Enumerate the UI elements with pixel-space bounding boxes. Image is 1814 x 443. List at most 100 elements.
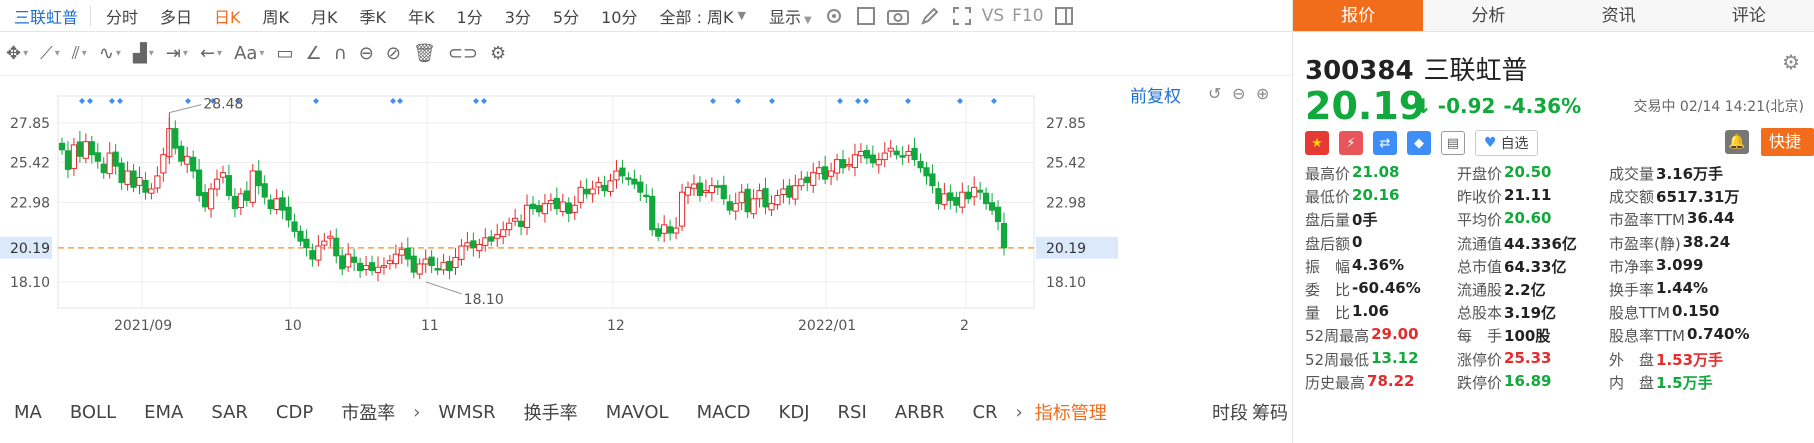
- candle[interactable]: [577, 180, 584, 209]
- angle-icon[interactable]: ∠: [299, 39, 327, 69]
- candle[interactable]: [672, 217, 680, 240]
- fib-icon[interactable]: ▟ ▾: [127, 39, 160, 69]
- candle[interactable]: [744, 183, 751, 218]
- candle[interactable]: [58, 137, 66, 155]
- chips-tab[interactable]: 筹码: [1250, 399, 1292, 425]
- candle[interactable]: [386, 255, 394, 270]
- range-select[interactable]: 全部 : 周K ▼: [648, 4, 757, 28]
- candle[interactable]: [726, 194, 733, 216]
- candle[interactable]: [249, 164, 256, 208]
- candle[interactable]: [422, 249, 429, 273]
- line-icon[interactable]: ⟋ ▾: [34, 39, 66, 69]
- fullscreen-icon[interactable]: [950, 4, 974, 28]
- candle[interactable]: [887, 139, 894, 158]
- candle[interactable]: [762, 177, 769, 215]
- candle[interactable]: [565, 197, 572, 223]
- candle[interactable]: [589, 180, 596, 203]
- indicator-12[interactable]: ARBR: [881, 402, 959, 423]
- indicator-7[interactable]: 换手率: [510, 399, 592, 425]
- candle[interactable]: [404, 237, 411, 267]
- candle[interactable]: [506, 217, 513, 236]
- candle[interactable]: [303, 229, 310, 257]
- adjust-select[interactable]: 前复权: [1130, 82, 1181, 107]
- candle[interactable]: [196, 159, 203, 202]
- candle[interactable]: [941, 182, 948, 210]
- event-marker[interactable]: [185, 98, 191, 104]
- camera-icon[interactable]: [886, 4, 910, 28]
- event-marker[interactable]: [735, 98, 741, 104]
- candle[interactable]: [923, 162, 930, 185]
- candle[interactable]: [219, 165, 227, 184]
- candle[interactable]: [983, 187, 990, 210]
- candle[interactable]: [327, 230, 334, 248]
- candle[interactable]: [476, 238, 483, 259]
- candle[interactable]: [488, 229, 495, 247]
- square-icon[interactable]: [854, 4, 878, 28]
- timeframe-tab[interactable]: 周K: [252, 4, 301, 28]
- indicator-10[interactable]: KDJ: [765, 402, 824, 423]
- indicator-3[interactable]: SAR: [197, 402, 262, 423]
- candle[interactable]: [977, 181, 984, 200]
- shuffle-icon[interactable]: ⇄: [1373, 131, 1397, 155]
- candle[interactable]: [374, 256, 382, 282]
- candle[interactable]: [708, 177, 715, 202]
- candle[interactable]: [142, 172, 149, 200]
- candle[interactable]: [225, 164, 233, 201]
- candle[interactable]: [106, 142, 113, 179]
- candle[interactable]: [583, 178, 590, 199]
- candle[interactable]: [595, 176, 602, 195]
- timeframe-tab[interactable]: 5分: [542, 4, 590, 28]
- candle[interactable]: [458, 239, 465, 266]
- candle[interactable]: [291, 213, 298, 238]
- candle[interactable]: [309, 243, 316, 267]
- candle[interactable]: [828, 162, 835, 186]
- event-marker[interactable]: [390, 98, 396, 104]
- candle[interactable]: [661, 215, 668, 243]
- arrow-icon[interactable]: ← ▾: [194, 39, 228, 69]
- candle[interactable]: [756, 183, 763, 208]
- candle[interactable]: [70, 137, 78, 176]
- candle[interactable]: [559, 193, 566, 217]
- candle[interactable]: [750, 189, 757, 219]
- event-marker[interactable]: [473, 98, 479, 104]
- candle[interactable]: [339, 248, 346, 276]
- event-marker[interactable]: [109, 98, 115, 104]
- candle[interactable]: [207, 183, 215, 218]
- candle[interactable]: [738, 183, 745, 211]
- candle[interactable]: [720, 175, 727, 205]
- candle[interactable]: [911, 137, 918, 166]
- candle[interactable]: [82, 133, 89, 164]
- add-watchlist-button[interactable]: ♥ 自选: [1475, 130, 1538, 156]
- candle[interactable]: [500, 221, 507, 245]
- channel-icon[interactable]: ⫽ ▾: [66, 39, 93, 69]
- candle[interactable]: [64, 141, 72, 179]
- timeframe-tab[interactable]: 1分: [446, 4, 494, 28]
- indicator-9[interactable]: MACD: [683, 402, 765, 423]
- candle[interactable]: [631, 169, 638, 189]
- comment-icon[interactable]: ▭: [270, 39, 299, 69]
- candle[interactable]: [768, 195, 775, 217]
- candle[interactable]: [816, 160, 823, 180]
- candle[interactable]: [267, 194, 274, 215]
- candle[interactable]: [154, 166, 161, 193]
- candle[interactable]: [184, 146, 191, 173]
- candle[interactable]: [297, 225, 304, 247]
- candle[interactable]: [512, 208, 519, 227]
- candle[interactable]: [953, 191, 960, 213]
- candle[interactable]: [529, 195, 537, 215]
- timeframe-tab[interactable]: 季K: [349, 4, 398, 28]
- candle[interactable]: [160, 147, 167, 182]
- candle[interactable]: [398, 242, 405, 264]
- event-marker[interactable]: [863, 98, 869, 104]
- stock-name-tab[interactable]: 三联虹普: [0, 4, 86, 28]
- event-marker[interactable]: [397, 98, 403, 104]
- timeframe-tab[interactable]: 日K: [203, 4, 252, 28]
- indicator-manage[interactable]: 指标管理: [1027, 399, 1115, 425]
- candle[interactable]: [905, 144, 912, 163]
- candle[interactable]: [810, 163, 817, 193]
- candle[interactable]: [613, 160, 620, 189]
- panel-toggle-icon[interactable]: [1052, 4, 1076, 28]
- event-marker[interactable]: [769, 98, 775, 104]
- link-icon[interactable]: ⊂⊃: [442, 39, 484, 69]
- candle[interactable]: [494, 223, 501, 248]
